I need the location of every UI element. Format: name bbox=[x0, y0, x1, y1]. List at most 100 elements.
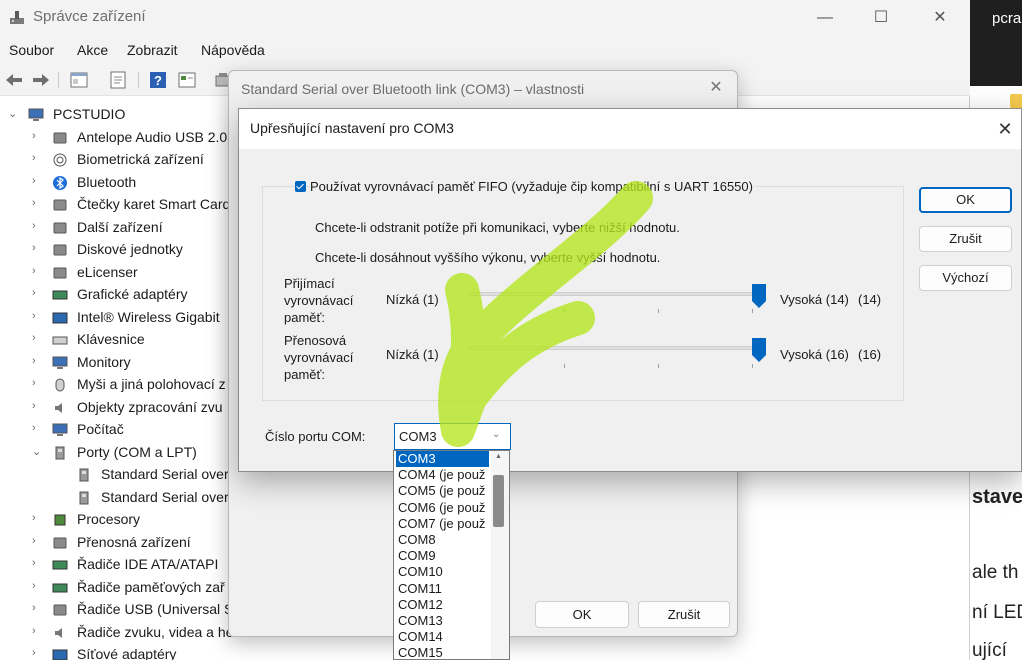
chevron-right-icon[interactable]: › bbox=[32, 512, 44, 524]
transmit-buffer-slider-thumb[interactable] bbox=[752, 338, 766, 362]
chevron-right-icon[interactable]: › bbox=[32, 422, 44, 434]
tree-category-item[interactable]: › Objekty zpracování zvu bbox=[0, 397, 232, 419]
scroll-up-arrow-icon[interactable]: ▲ bbox=[495, 453, 502, 460]
tree-category-item[interactable]: › Přenosná zařízení bbox=[0, 532, 232, 554]
properties-icon[interactable] bbox=[69, 70, 89, 90]
chevron-right-icon[interactable]: › bbox=[32, 265, 44, 277]
bookmark-folder-icon[interactable] bbox=[1010, 94, 1022, 108]
com-port-option[interactable]: COM8 bbox=[396, 532, 489, 548]
properties-ok-button[interactable]: OK bbox=[535, 601, 629, 628]
tree-item-label: Biometrická zařízení bbox=[77, 151, 204, 167]
tree-category-item[interactable]: › Biometrická zařízení bbox=[0, 149, 232, 171]
advanced-cancel-button[interactable]: Zrušit bbox=[919, 226, 1012, 252]
fifo-checkbox[interactable] bbox=[295, 181, 306, 192]
chevron-down-icon[interactable]: ⌄ bbox=[492, 429, 500, 440]
tree-category-item[interactable]: › Antelope Audio USB 2.0 bbox=[0, 127, 232, 149]
chevron-right-icon[interactable]: › bbox=[32, 602, 44, 614]
tree-item-label: Objekty zpracování zvu bbox=[77, 398, 223, 415]
tree-category-item[interactable]: ⌄ Porty (COM a LPT) bbox=[0, 442, 232, 464]
com-port-option[interactable]: COM7 (je použ bbox=[396, 516, 489, 532]
menu-action[interactable]: Akce bbox=[77, 42, 108, 58]
chevron-right-icon[interactable]: › bbox=[32, 175, 44, 187]
update-driver-icon[interactable] bbox=[108, 70, 128, 90]
chevron-right-icon[interactable]: › bbox=[32, 332, 44, 344]
tree-category-item[interactable]: › Diskové jednotky bbox=[0, 239, 232, 261]
computer-icon bbox=[28, 108, 44, 121]
close-icon[interactable]: ✕ bbox=[991, 117, 1019, 141]
close-button[interactable]: ✕ bbox=[917, 4, 963, 32]
com-port-option[interactable]: COM4 (je použ bbox=[396, 467, 489, 483]
tree-category-item[interactable]: › Řadiče IDE ATA/ATAPI bbox=[0, 554, 232, 576]
tree-category-item[interactable]: › eLicenser bbox=[0, 262, 232, 284]
menu-file[interactable]: Soubor bbox=[9, 42, 54, 58]
chevron-right-icon[interactable]: › bbox=[32, 355, 44, 367]
chevron-down-icon[interactable]: ⌄ bbox=[32, 445, 44, 458]
menu-view[interactable]: Zobrazit bbox=[127, 42, 178, 58]
chevron-right-icon[interactable]: › bbox=[32, 647, 44, 659]
tree-category-item[interactable]: › Čtečky karet Smart Card bbox=[0, 194, 232, 216]
chevron-right-icon[interactable]: › bbox=[32, 287, 44, 299]
com-port-option[interactable]: COM11 bbox=[396, 581, 489, 597]
com-port-option[interactable]: COM9 bbox=[396, 548, 489, 564]
chevron-right-icon[interactable]: › bbox=[32, 400, 44, 412]
dropdown-scrollbar-thumb[interactable] bbox=[493, 475, 504, 527]
com-port-option[interactable]: COM5 (je použ bbox=[396, 483, 489, 499]
chevron-right-icon[interactable]: › bbox=[32, 377, 44, 389]
browser-tab-title[interactable]: pcra bbox=[992, 10, 1021, 27]
chevron-right-icon[interactable]: › bbox=[32, 557, 44, 569]
menu-help[interactable]: Nápověda bbox=[201, 42, 265, 58]
tree-category-item[interactable]: › Monitory bbox=[0, 352, 232, 374]
tree-category-item[interactable]: › Řadiče zvuku, videa a he bbox=[0, 622, 232, 644]
com-port-select[interactable]: COM3 ⌄ bbox=[394, 423, 511, 450]
com-port-option[interactable]: COM15 bbox=[396, 645, 489, 659]
chevron-right-icon[interactable]: › bbox=[32, 580, 44, 592]
com-port-option[interactable]: COM14 bbox=[396, 629, 489, 645]
tree-child-item[interactable]: Standard Serial over bbox=[0, 464, 232, 486]
tree-category-item[interactable]: › Řadiče paměťových zař bbox=[0, 577, 232, 599]
tree-root[interactable]: ⌄ PCSTUDIO bbox=[0, 104, 232, 126]
minimize-button[interactable]: — bbox=[802, 4, 848, 32]
help-icon[interactable]: ? bbox=[148, 70, 168, 90]
forward-arrow-icon[interactable] bbox=[31, 70, 51, 90]
chevron-right-icon[interactable]: › bbox=[32, 625, 44, 637]
tree-category-item[interactable]: › Počítač bbox=[0, 419, 232, 441]
com-port-option[interactable]: COM10 bbox=[396, 564, 489, 580]
tree-category-item[interactable]: › Síťové adaptéry bbox=[0, 644, 232, 660]
transmit-buffer-tick bbox=[564, 364, 565, 368]
chevron-right-icon[interactable]: › bbox=[32, 152, 44, 164]
maximize-button[interactable]: ☐ bbox=[858, 4, 904, 32]
chevron-right-icon[interactable]: › bbox=[32, 310, 44, 322]
tree-item-label: Řadiče zvuku, videa a he bbox=[77, 623, 232, 640]
chevron-right-icon[interactable]: › bbox=[32, 242, 44, 254]
transmit-buffer-track[interactable] bbox=[469, 346, 759, 350]
properties-cancel-button[interactable]: Zrušit bbox=[638, 601, 730, 628]
advanced-defaults-button[interactable]: Výchozí bbox=[919, 265, 1012, 291]
tree-category-item[interactable]: › Klávesnice bbox=[0, 329, 232, 351]
chevron-right-icon[interactable]: › bbox=[32, 535, 44, 547]
com-port-option[interactable]: COM3 bbox=[396, 451, 489, 467]
tree-category-item[interactable]: › Procesory bbox=[0, 509, 232, 531]
chevron-right-icon[interactable]: › bbox=[32, 130, 44, 142]
tree-item-label: Intel® Wireless Gigabit bbox=[77, 308, 220, 325]
chevron-right-icon[interactable]: › bbox=[32, 197, 44, 209]
tree-category-item[interactable]: › Myši a jiná polohovací z bbox=[0, 374, 232, 396]
tree-category-item[interactable]: › Grafické adaptéry bbox=[0, 284, 232, 306]
com-port-dropdown-list[interactable]: COM15 COM14 COM13 COM12 COM11 COM10 COM9 COM8 CO… bbox=[393, 450, 510, 660]
tree-category-item[interactable]: › Řadiče USB (Universal S bbox=[0, 599, 232, 621]
com-port-option[interactable]: COM13 bbox=[396, 613, 489, 629]
tree-category-item[interactable]: › Bluetooth bbox=[0, 172, 232, 194]
back-arrow-icon[interactable] bbox=[4, 70, 24, 90]
fifo-checkbox-label[interactable]: Používat vyrovnávací paměť FIFO (vyžaduj… bbox=[310, 179, 756, 194]
view-icon[interactable] bbox=[177, 70, 197, 90]
com-port-option[interactable]: COM6 (je použ bbox=[396, 500, 489, 516]
advanced-ok-button[interactable]: OK bbox=[919, 187, 1012, 213]
receive-buffer-slider-thumb[interactable] bbox=[752, 284, 766, 308]
chevron-right-icon[interactable]: › bbox=[32, 220, 44, 232]
close-icon[interactable]: ✕ bbox=[703, 77, 729, 99]
chevron-down-icon[interactable]: ⌄ bbox=[8, 107, 20, 120]
receive-buffer-track[interactable] bbox=[469, 292, 759, 296]
com-port-option[interactable]: COM12 bbox=[396, 597, 489, 613]
tree-category-item[interactable]: › Intel® Wireless Gigabit bbox=[0, 307, 232, 329]
tree-child-item[interactable]: Standard Serial over bbox=[0, 487, 232, 509]
tree-category-item[interactable]: › Další zařízení bbox=[0, 217, 232, 239]
